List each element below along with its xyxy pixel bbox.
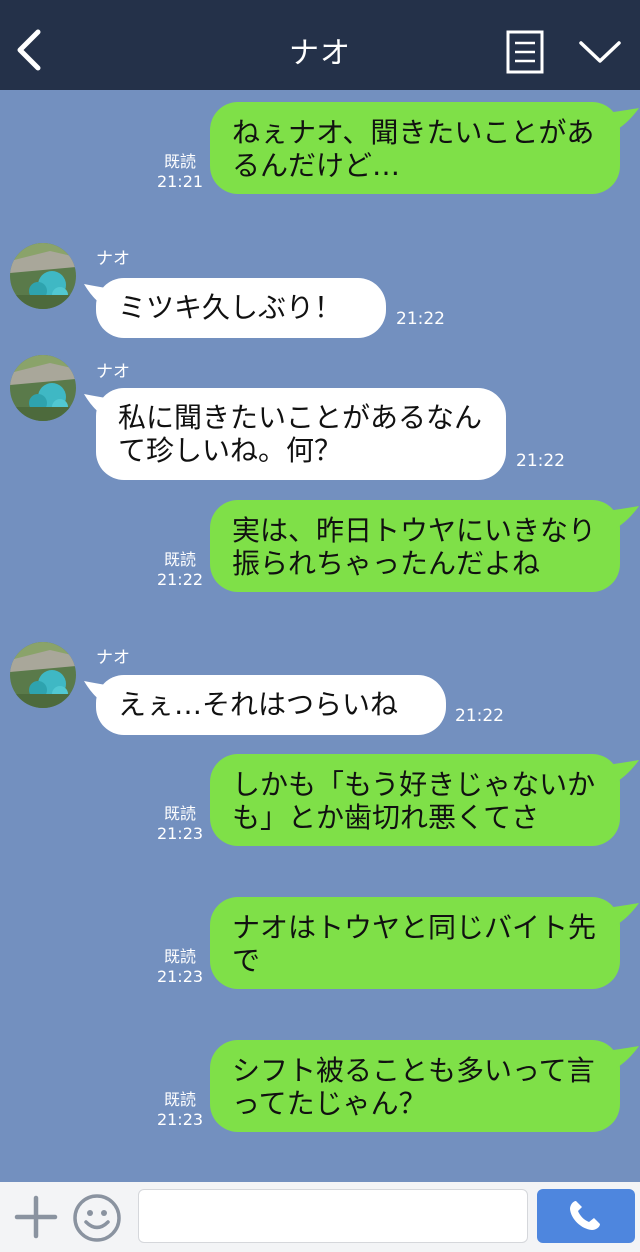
read-receipt: 既読 [163, 1090, 196, 1109]
message-text: シフト被ることも多いって言ってたじゃん？ [232, 1054, 595, 1120]
message-bubble-outgoing[interactable]: しかも「もう好きじゃないかも」とか歯切れ悪くてさ [210, 754, 620, 846]
avatar[interactable] [10, 642, 76, 708]
sender-name: ナオ [96, 362, 130, 382]
bubble-tail [600, 506, 639, 530]
phone-icon [570, 1201, 600, 1230]
avatar[interactable] [10, 355, 76, 421]
message-time: 21:21 [156, 172, 204, 191]
message-time: 21:23 [156, 1110, 204, 1129]
message-bubble-incoming[interactable]: 私に聞きたいことがあるなんて珍しいね。何？ [96, 388, 506, 480]
message-time: 21:23 [156, 967, 204, 986]
message-time: 21:22 [455, 706, 504, 726]
message-text: えぇ…それはつらいね [118, 688, 399, 721]
chat-title: ナオ [289, 36, 351, 71]
message-text: 実は、昨日トウヤにいきなり振られちゃったんだよね [232, 514, 597, 580]
bubble-tail [600, 108, 639, 132]
message-bubble-outgoing[interactable]: ねぇナオ、聞きたいことがあるんだけど… [210, 102, 620, 194]
message-bubble-incoming[interactable]: ミツキ久しぶり！ [96, 278, 386, 338]
avatar[interactable] [10, 243, 76, 309]
message-text: 私に聞きたいことがあるなんて珍しいね。何？ [118, 401, 483, 467]
bubble-tail [600, 1046, 639, 1070]
chat-area[interactable]: 既読 21:21 ねぇナオ、聞きたいことがあるんだけど… ナオ ミツキ久しぶり！… [0, 90, 640, 1182]
message-text: ナオはトウヤと同じバイト先で [232, 911, 597, 977]
message-input-bar [0, 1182, 640, 1252]
sender-name: ナオ [96, 249, 130, 269]
menu-list-icon[interactable] [506, 30, 544, 74]
message-time: 21:22 [156, 570, 204, 589]
read-receipt: 既読 [163, 947, 196, 966]
message-bubble-outgoing[interactable]: 実は、昨日トウヤにいきなり振られちゃったんだよね [210, 500, 620, 592]
message-status: 既読 21:23 [156, 947, 204, 987]
avatar-image [10, 243, 76, 309]
message-time: 21:22 [396, 309, 445, 329]
chevron-down-icon[interactable] [578, 38, 622, 66]
message-bubble-outgoing[interactable]: シフト被ることも多いって言ってたじゃん？ [210, 1040, 620, 1132]
plus-icon[interactable] [14, 1195, 58, 1239]
message-bubble-outgoing[interactable]: ナオはトウヤと同じバイト先で [210, 897, 620, 989]
chat-header: ナオ [0, 0, 640, 90]
read-receipt: 既読 [163, 804, 196, 823]
read-receipt: 既読 [163, 550, 196, 569]
message-text: しかも「もう好きじゃないかも」とか歯切れ悪くてさ [232, 768, 596, 834]
read-receipt: 既読 [163, 152, 196, 171]
message-status: 既読 21:22 [156, 550, 204, 590]
sender-name: ナオ [96, 648, 130, 668]
message-input[interactable] [138, 1189, 528, 1243]
bubble-tail [600, 903, 639, 927]
message-time: 21:23 [156, 824, 204, 843]
smile-icon[interactable] [72, 1193, 122, 1243]
message-bubble-incoming[interactable]: えぇ…それはつらいね [96, 675, 446, 735]
message-status: 既読 21:23 [156, 1090, 204, 1130]
call-button[interactable] [537, 1189, 635, 1243]
message-status: 既読 21:23 [156, 804, 204, 844]
message-time: 21:22 [516, 451, 565, 471]
message-text: ねぇナオ、聞きたいことがあるんだけど… [232, 116, 595, 182]
message-status: 既読 21:21 [156, 152, 204, 192]
bubble-tail [600, 760, 639, 784]
avatar-image [10, 642, 76, 708]
avatar-image [10, 355, 76, 421]
message-text: ミツキ久しぶり！ [118, 291, 343, 324]
